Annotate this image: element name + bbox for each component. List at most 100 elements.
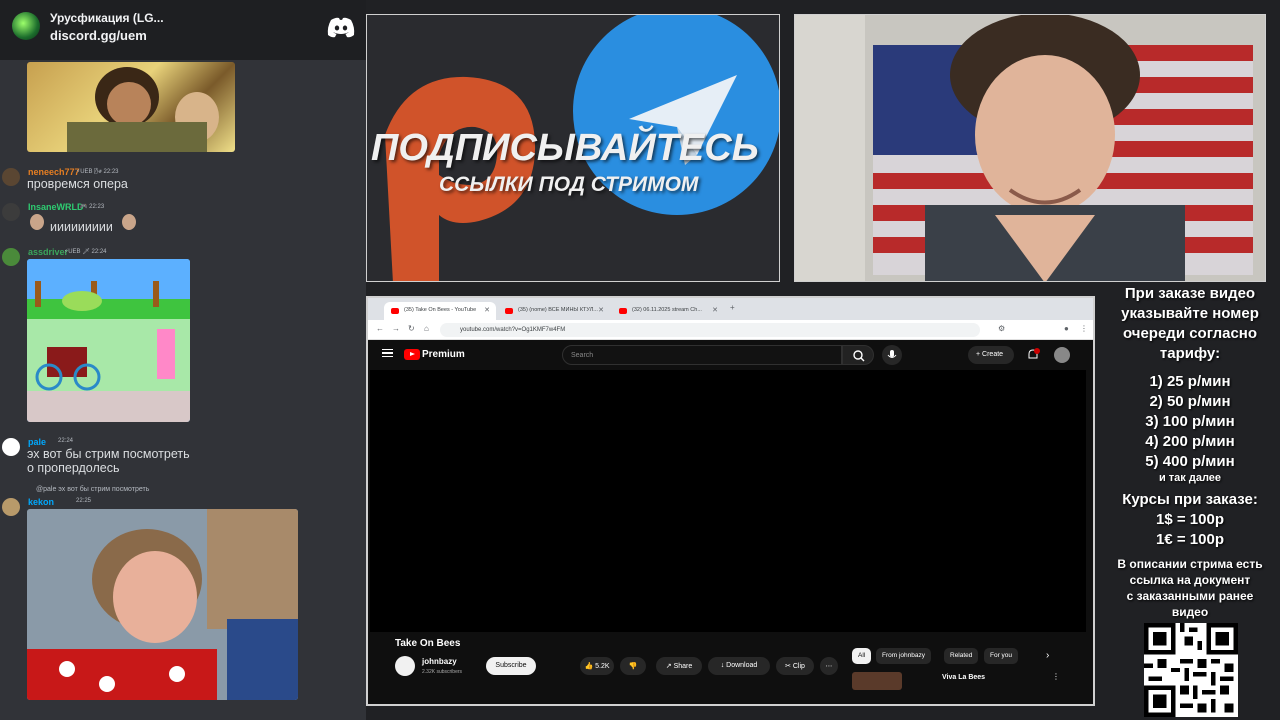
download-button[interactable]: ↓ Download bbox=[708, 657, 770, 675]
tab-youtube-3[interactable]: (32) 06.11.2025 stream Ch... ✕ bbox=[612, 302, 724, 320]
user-badges: 22:24 bbox=[58, 438, 74, 444]
back-icon[interactable]: ← bbox=[376, 324, 384, 333]
more-button[interactable]: ⋯ bbox=[820, 657, 838, 675]
address-bar: ← → ↻ ⌂ youtube.com/watch?v=Og1KMF7w4FM … bbox=[368, 320, 1093, 340]
reply-preview[interactable]: @pale эх вот бы стрим посмотреть bbox=[36, 486, 149, 493]
clip-label: Clip bbox=[792, 663, 805, 670]
order-info-panel: При заказе видео указывайте номер очеред… bbox=[1100, 284, 1280, 620]
webcam-scene bbox=[795, 15, 1265, 281]
like-count: 5.2K bbox=[595, 663, 610, 670]
username[interactable]: kekon bbox=[28, 497, 54, 507]
video-player[interactable] bbox=[370, 370, 1086, 632]
rate-item: 4) 200 р/мин bbox=[1145, 433, 1235, 450]
message-text: эх вот бы стрим посмотреть bbox=[27, 447, 190, 461]
new-tab-icon[interactable]: + bbox=[730, 303, 735, 312]
promo-banner: ПОДПИСЫВАЙТЕСЬ ССЫЛКИ ПОД СТРИМОМ bbox=[366, 14, 780, 282]
url-field[interactable]: youtube.com/watch?v=Og1KMF7w4FM bbox=[440, 323, 980, 337]
emoji-face-icon bbox=[30, 214, 44, 230]
username[interactable]: assdriver bbox=[28, 247, 68, 257]
chip-for-you[interactable]: For you bbox=[984, 648, 1019, 664]
server-invite: discord.gg/uem bbox=[50, 28, 147, 43]
info-text: тарифу: bbox=[1159, 345, 1221, 362]
share-icon: ↗ bbox=[665, 663, 674, 670]
video-title: Take On Bees bbox=[395, 638, 461, 649]
channel-name[interactable]: johnbazy bbox=[422, 657, 457, 666]
chip-from-channel[interactable]: From johnbazy bbox=[876, 648, 931, 664]
mic-icon[interactable] bbox=[882, 345, 902, 365]
reload-icon[interactable]: ↻ bbox=[408, 324, 415, 333]
subscribe-button[interactable]: Subscribe bbox=[486, 657, 536, 675]
tab-youtube-2[interactable]: (35) (nome) ВСЕ МИНЫ КТУЛ... ✕ bbox=[498, 302, 610, 320]
chevron-right-icon[interactable]: › bbox=[1046, 650, 1049, 661]
dislike-button[interactable]: 👎 bbox=[620, 657, 646, 675]
user-badges: ⚡UEB 🌬 22:23 bbox=[76, 169, 119, 175]
browser-window: (35) Take On Bees - YouTube ✕ (35) (nome… bbox=[366, 296, 1095, 706]
username[interactable]: pale bbox=[28, 437, 46, 447]
course-item: 1$ = 100р bbox=[1156, 511, 1224, 528]
search-input[interactable]: Search bbox=[562, 345, 842, 365]
recommended-title[interactable]: Viva La Bees bbox=[942, 674, 985, 681]
username[interactable]: InsaneWRLD bbox=[28, 202, 84, 212]
search-icon bbox=[853, 350, 865, 362]
menu-icon[interactable]: ⋮ bbox=[1080, 324, 1088, 333]
avatar[interactable] bbox=[2, 438, 20, 456]
youtube-brand[interactable]: Premium bbox=[422, 349, 465, 360]
chip-all[interactable]: All bbox=[852, 648, 872, 664]
avatar[interactable] bbox=[2, 248, 20, 266]
discord-chat-panel: Урусфикация (LG... discord.gg/uem neneec… bbox=[0, 0, 366, 720]
emoji-face-icon bbox=[122, 214, 136, 230]
info-text: очереди согласно bbox=[1122, 325, 1258, 342]
forward-icon[interactable]: → bbox=[392, 324, 400, 333]
info-text: и так далее bbox=[1158, 472, 1222, 484]
share-label: Share bbox=[673, 663, 693, 670]
rate-item: 2) 50 р/мин bbox=[1149, 393, 1231, 410]
gif-content bbox=[27, 509, 298, 700]
info-text: ссылка на документ bbox=[1129, 573, 1251, 587]
like-button[interactable]: 👍 5.2K bbox=[580, 657, 614, 675]
clip-button[interactable]: ✂ Clip bbox=[776, 657, 814, 675]
create-button[interactable]: + Create bbox=[968, 346, 1014, 364]
gif-image bbox=[27, 509, 298, 700]
info-text: с заказанными ранее bbox=[1126, 589, 1254, 603]
avatar[interactable] bbox=[2, 203, 20, 221]
share-button[interactable]: ↗ Share bbox=[656, 657, 702, 675]
search-button[interactable] bbox=[842, 345, 874, 365]
youtube-favicon-icon bbox=[619, 308, 627, 314]
username[interactable]: neneech777 bbox=[28, 167, 80, 177]
menu-icon[interactable] bbox=[382, 349, 393, 357]
message-text: иииииииии bbox=[50, 220, 113, 234]
extensions-icon[interactable]: ⚙ bbox=[998, 324, 1005, 333]
close-icon[interactable]: ✕ bbox=[484, 306, 490, 314]
thumbs-down-icon: 👎 bbox=[628, 663, 638, 670]
message-text: провремся опера bbox=[27, 177, 128, 191]
download-label: Download bbox=[726, 662, 758, 669]
tab-youtube-active[interactable]: (35) Take On Bees - YouTube ✕ bbox=[384, 302, 496, 320]
chip-related[interactable]: Related bbox=[944, 648, 979, 664]
gif-content bbox=[27, 259, 190, 422]
avatar[interactable] bbox=[1054, 347, 1070, 363]
close-icon[interactable]: ✕ bbox=[712, 306, 718, 314]
youtube-favicon-icon bbox=[505, 308, 513, 314]
user-badges: ⚡UEB 🗡 22:24 bbox=[64, 249, 107, 255]
channel-avatar[interactable] bbox=[395, 656, 415, 676]
user-badges: 🎮 22:23 bbox=[80, 204, 105, 210]
server-icon bbox=[12, 12, 40, 40]
more-icon[interactable]: ⋮ bbox=[1052, 672, 1060, 681]
qr-code bbox=[1144, 623, 1238, 717]
user-badges: 22:25 bbox=[76, 498, 92, 504]
profile-icon[interactable]: ● bbox=[1064, 324, 1069, 333]
avatar[interactable] bbox=[2, 498, 20, 516]
bell-icon[interactable] bbox=[1026, 348, 1040, 362]
gif-content bbox=[67, 67, 219, 152]
recommended-thumbnail[interactable] bbox=[852, 672, 902, 690]
info-text: В описании стрима есть bbox=[1117, 557, 1263, 571]
gif-image bbox=[27, 259, 190, 422]
course-item: 1€ = 100р bbox=[1156, 531, 1224, 548]
close-icon[interactable]: ✕ bbox=[598, 306, 604, 314]
youtube-header: Premium Search + Create bbox=[368, 340, 1093, 370]
server-name: Урусфикация (LG... bbox=[50, 11, 164, 25]
home-icon[interactable]: ⌂ bbox=[424, 324, 429, 333]
youtube-logo-icon[interactable] bbox=[404, 349, 420, 360]
avatar[interactable] bbox=[2, 168, 20, 186]
discord-logo-icon bbox=[327, 17, 355, 38]
